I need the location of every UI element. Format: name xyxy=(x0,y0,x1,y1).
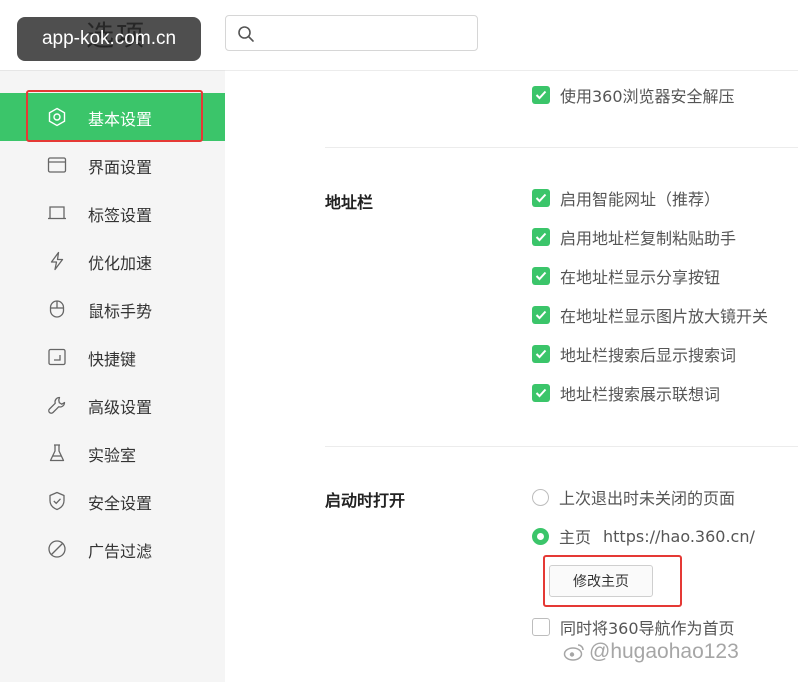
divider xyxy=(325,147,798,148)
sidebar-item-label: 高级设置 xyxy=(88,398,153,417)
checkbox-checked[interactable] xyxy=(532,306,550,324)
option-show-search-terms[interactable]: 地址栏搜索后显示搜索词 xyxy=(532,343,736,365)
checkbox-unchecked[interactable] xyxy=(532,618,550,636)
radio-option-homepage[interactable]: 主页 https://hao.360.cn/ xyxy=(532,525,755,547)
settings-content: 使用360浏览器安全解压 地址栏 启用智能网址（推荐） 启用地址栏复制粘贴助手 … xyxy=(225,70,798,682)
checkbox-checked[interactable] xyxy=(532,228,550,246)
option-label: 启用地址栏复制粘贴助手 xyxy=(560,229,737,248)
sidebar-item-shortcuts[interactable]: 快捷键 xyxy=(0,333,225,381)
option-share-button[interactable]: 在地址栏显示分享按钮 xyxy=(532,265,720,287)
hexagon-settings-icon xyxy=(48,107,66,127)
sidebar-item-interface-settings[interactable]: 界面设置 xyxy=(0,141,225,189)
sidebar-item-security-settings[interactable]: 安全设置 xyxy=(0,477,225,525)
option-copy-paste-helper[interactable]: 启用地址栏复制粘贴助手 xyxy=(532,226,736,248)
edit-homepage-button[interactable]: 修改主页 xyxy=(549,565,653,597)
sidebar-item-label: 快捷键 xyxy=(88,350,137,369)
sidebar-item-label: 标签设置 xyxy=(88,206,153,225)
header: 选项 app-kok.com.cn xyxy=(0,0,798,70)
section-title-address-bar: 地址栏 xyxy=(325,193,374,212)
checkbox-checked[interactable] xyxy=(532,267,550,285)
check-icon xyxy=(535,271,547,281)
flask-icon xyxy=(49,444,65,462)
site-watermark: app-kok.com.cn xyxy=(17,17,201,61)
weibo-logo-icon xyxy=(563,644,584,661)
block-icon xyxy=(48,540,66,558)
window-icon xyxy=(47,157,67,173)
option-label: 在地址栏显示分享按钮 xyxy=(560,268,721,287)
check-icon xyxy=(535,349,547,359)
option-suggestions[interactable]: 地址栏搜索展示联想词 xyxy=(532,382,720,404)
sidebar-item-label: 安全设置 xyxy=(88,494,153,513)
check-icon xyxy=(535,388,547,398)
checkbox-checked[interactable] xyxy=(532,345,550,363)
sidebar-item-label: 基本设置 xyxy=(88,110,153,129)
sidebar-item-label: 鼠标手势 xyxy=(88,302,153,321)
mouse-icon xyxy=(49,300,65,318)
sidebar-item-label: 广告过滤 xyxy=(88,542,153,561)
sidebar-item-label: 实验室 xyxy=(88,446,137,465)
sidebar-item-basic-settings[interactable]: 基本设置 xyxy=(0,93,225,141)
sidebar-item-label: 界面设置 xyxy=(88,158,153,177)
radio-unselected[interactable] xyxy=(532,488,549,506)
option-label: 使用360浏览器安全解压 xyxy=(560,87,735,106)
check-icon xyxy=(535,90,547,100)
sidebar-item-mouse-gestures[interactable]: 鼠标手势 xyxy=(0,285,225,333)
check-icon xyxy=(535,310,547,320)
check-icon xyxy=(535,232,547,242)
option-label: 启用智能网址（推荐） xyxy=(560,190,721,209)
homepage-url: https://hao.360.cn/ xyxy=(603,526,755,546)
option-smart-url[interactable]: 启用智能网址（推荐） xyxy=(532,187,720,209)
tab-icon xyxy=(48,206,66,220)
shield-icon xyxy=(49,491,65,511)
checkbox-checked[interactable] xyxy=(532,189,550,207)
radio-option-last-session[interactable]: 上次退出时未关闭的页面 xyxy=(532,486,735,508)
author-watermark: @hugaohao123 xyxy=(563,640,739,664)
lightning-icon xyxy=(50,251,64,271)
option-label: 地址栏搜索展示联想词 xyxy=(560,385,721,404)
option-image-magnifier[interactable]: 在地址栏显示图片放大镜开关 xyxy=(532,304,768,326)
checkbox-checked[interactable] xyxy=(532,384,550,402)
search-box[interactable] xyxy=(225,15,478,51)
sidebar-item-label: 优化加速 xyxy=(88,254,153,273)
shortcut-key-icon xyxy=(48,348,66,366)
sidebar-item-tab-settings[interactable]: 标签设置 xyxy=(0,189,225,237)
option-label: 地址栏搜索后显示搜索词 xyxy=(560,346,737,365)
option-label: 上次退出时未关闭的页面 xyxy=(559,489,736,508)
search-icon xyxy=(238,26,254,42)
divider xyxy=(325,446,798,447)
option-nav-as-home[interactable]: 同时将360导航作为首页 xyxy=(532,616,735,638)
watermark-text: @hugaohao123 xyxy=(589,640,739,663)
sidebar-item-ad-filter[interactable]: 广告过滤 xyxy=(0,525,225,573)
sidebar: 基本设置 界面设置 标签设置 优化加速 鼠标手势 快捷键 高级设置 实验室 安全… xyxy=(0,70,225,682)
section-title-startup: 启动时打开 xyxy=(325,491,406,510)
checkbox-checked[interactable] xyxy=(532,86,550,104)
sidebar-item-optimize-speed[interactable]: 优化加速 xyxy=(0,237,225,285)
sidebar-item-lab[interactable]: 实验室 xyxy=(0,429,225,477)
options-window: 选项 app-kok.com.cn 基本设置 界面设置 xyxy=(0,0,798,682)
wrench-icon xyxy=(48,396,66,414)
option-label: 同时将360导航作为首页 xyxy=(560,619,735,638)
check-icon xyxy=(535,193,547,203)
option-label: 主页 xyxy=(559,528,592,547)
search-input[interactable] xyxy=(262,20,470,46)
option-safe-decompress[interactable]: 使用360浏览器安全解压 xyxy=(532,84,735,106)
option-label: 在地址栏显示图片放大镜开关 xyxy=(560,307,769,326)
sidebar-item-advanced-settings[interactable]: 高级设置 xyxy=(0,381,225,429)
radio-selected[interactable] xyxy=(532,527,549,545)
